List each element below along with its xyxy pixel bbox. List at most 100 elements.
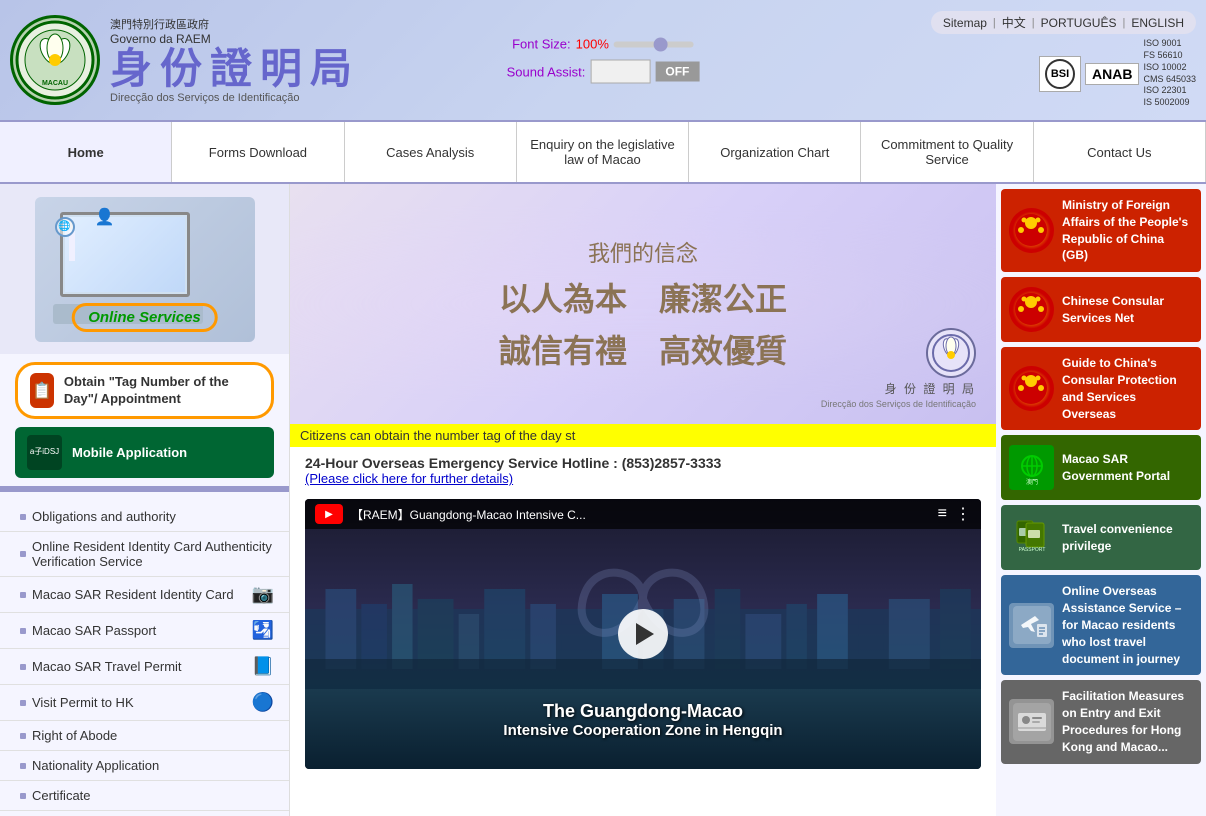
right-link-travel[interactable]: PASSPORT Travel convenience privilege — [1001, 505, 1201, 570]
sidebar-item-certificate-label: Certificate — [32, 788, 91, 803]
nav-cases-analysis[interactable]: Cases Analysis — [345, 122, 517, 182]
right-link-consular-label: Chinese Consular Services Net — [1062, 293, 1193, 327]
sidebar-item-certificate[interactable]: Certificate — [0, 781, 289, 811]
sidebar-item-obligations[interactable]: Obligations and authority — [0, 502, 289, 532]
right-link-overseas-assist[interactable]: Online Overseas Assistance Service – for… — [1001, 575, 1201, 675]
banner: 我們的信念 以人為本 廉潔公正 誠信有禮 高效優質 身 份 證 明 局 Dire… — [290, 184, 996, 424]
entry-icon — [1009, 699, 1054, 744]
sidebar-item-travel-permit[interactable]: Macao SAR Travel Permit 📘 — [0, 649, 289, 685]
right-link-overseas-assist-label: Online Overseas Assistance Service – for… — [1062, 583, 1193, 667]
sidebar-item-right-of-abode[interactable]: Right of Abode — [0, 721, 289, 751]
right-link-travel-label: Travel convenience privilege — [1062, 521, 1193, 555]
video-title-big: The Guangdong-Macao — [305, 701, 981, 722]
left-sidebar: 🌐 👤 Online Services 📋 Obtain "Tag Number… — [0, 184, 290, 816]
sidebar-item-travel-permit-label: Macao SAR Travel Permit — [32, 659, 182, 674]
sidebar-item-nationality-label: Nationality Application — [32, 758, 159, 773]
tag-number-label: Obtain "Tag Number of the Day"/ Appointm… — [64, 374, 259, 408]
sidebar-item-passport[interactable]: Macao SAR Passport 🛂 — [0, 613, 289, 649]
mobile-app-button[interactable]: a子iDSJ Mobile Application — [15, 427, 274, 478]
assist-icon — [1009, 603, 1054, 648]
sidebar-menu: Obligations and authority Online Residen… — [0, 497, 289, 816]
sidebar-item-identity-card-label: Macao SAR Resident Identity Card — [32, 587, 234, 602]
chinese-lang-link[interactable]: 中文 — [1002, 14, 1026, 31]
svg-text:澳門: 澳門 — [1025, 478, 1037, 486]
macau-gov-chinese: 澳門特別行政區政府 — [110, 16, 360, 32]
sidebar-item-right-of-abode-label: Right of Abode — [32, 728, 117, 743]
sidebar-item-identity-card[interactable]: Macao SAR Resident Identity Card 📷 — [0, 577, 289, 613]
travel-icon: PASSPORT — [1009, 515, 1054, 560]
english-lang-link[interactable]: ENGLISH — [1131, 16, 1184, 30]
right-link-facilitation[interactable]: Facilitation Measures on Entry and Exit … — [1001, 680, 1201, 763]
video-dots-icon[interactable]: ⋮ — [955, 504, 971, 524]
ticker-text: Citizens can obtain the number tag of th… — [300, 428, 575, 443]
online-services-box: 🌐 👤 Online Services — [0, 184, 289, 354]
nav-home[interactable]: Home — [0, 122, 172, 182]
nav-enquiry[interactable]: Enquiry on the legislative law of Macao — [517, 122, 689, 182]
svg-text:PASSPORT: PASSPORT — [1018, 547, 1045, 553]
video-menu-icon[interactable]: ≡ — [938, 505, 947, 523]
sitemap-link[interactable]: Sitemap — [943, 16, 987, 30]
video-play-button[interactable] — [618, 609, 668, 659]
emergency-bar: 24-Hour Overseas Emergency Service Hotli… — [290, 447, 996, 494]
logo-area: MACAU 澳門特別行政區政府 Governo da RAEM 身份證明局 Di… — [10, 15, 360, 105]
right-link-foreign-affairs-label: Ministry of Foreign Affairs of the Peopl… — [1062, 197, 1193, 264]
nav-contact[interactable]: Contact Us — [1034, 122, 1206, 182]
consular-icon — [1009, 287, 1054, 332]
online-services-badge: Online Services — [71, 303, 218, 332]
bsi-cert: BSI — [1039, 56, 1081, 92]
youtube-icon: ▶ — [315, 504, 343, 524]
main-nav: Home Forms Download Cases Analysis Enqui… — [0, 120, 1206, 184]
right-link-macao-portal[interactable]: 澳門 Macao SAR Government Portal — [1001, 435, 1201, 500]
font-size-slider[interactable] — [614, 41, 694, 47]
video-top-title: 【RAEM】Guangdong-Macao Intensive C... — [351, 506, 930, 523]
right-link-foreign-affairs[interactable]: Ministry of Foreign Affairs of the Peopl… — [1001, 189, 1201, 272]
sidebar-item-obligations-label: Obligations and authority — [32, 509, 176, 524]
main-layout: 🌐 👤 Online Services 📋 Obtain "Tag Number… — [0, 184, 1206, 816]
bsi-icon: BSI — [1045, 59, 1075, 89]
right-link-consular-guide-label: Guide to China's Consular Protection and… — [1062, 355, 1193, 422]
right-link-macao-portal-label: Macao SAR Government Portal — [1062, 451, 1193, 485]
sidebar-divider — [0, 486, 289, 492]
video-title-small: Intensive Cooperation Zone in Hengqin — [305, 722, 981, 739]
nav-org-chart[interactable]: Organization Chart — [689, 122, 861, 182]
sidebar-item-online-verification[interactable]: Online Resident Identity Card Authentici… — [0, 532, 289, 577]
font-size-label: Font Size: — [512, 37, 571, 52]
right-link-consular[interactable]: Chinese Consular Services Net — [1001, 277, 1201, 342]
sidebar-item-visit-permit[interactable]: Visit Permit to HK 🔵 — [0, 685, 289, 721]
video-title-overlay: The Guangdong-Macao Intensive Cooperatio… — [305, 701, 981, 739]
tag-number-button[interactable]: 📋 Obtain "Tag Number of the Day"/ Appoin… — [15, 362, 274, 419]
sidebar-item-online-verification-label: Online Resident Identity Card Authentici… — [32, 539, 274, 569]
banner-dept-sub: Direcção dos Serviços de Identificação — [821, 399, 976, 409]
portuguese-lang-link[interactable]: PORTUGUÊS — [1041, 16, 1117, 30]
play-triangle-icon — [636, 623, 654, 645]
cert-logos: BSI ANAB ISO 9001 FS 56610 ISO 10002 CMS… — [1039, 38, 1196, 108]
nav-forms-download[interactable]: Forms Download — [172, 122, 344, 182]
sidebar-item-visit-permit-label: Visit Permit to HK — [32, 695, 134, 710]
banner-emblem-icon — [926, 328, 976, 378]
foreign-affairs-icon — [1009, 208, 1054, 253]
sidebar-item-nationality[interactable]: Nationality Application — [0, 751, 289, 781]
banner-line2: 以人為本 廉潔公正 — [499, 274, 787, 320]
sound-label: Sound Assist: — [507, 64, 586, 79]
content-area: 我們的信念 以人為本 廉潔公正 誠信有禮 高效優質 身 份 證 明 局 Dire… — [290, 184, 996, 816]
sound-input-box[interactable] — [590, 60, 650, 84]
nav-commitment[interactable]: Commitment to Quality Service — [861, 122, 1033, 182]
sound-off-button[interactable]: OFF — [655, 62, 699, 82]
anab-cert: ANAB — [1085, 63, 1139, 85]
right-link-consular-guide[interactable]: Guide to China's Consular Protection and… — [1001, 347, 1201, 430]
font-size-control[interactable]: Font Size: 100% — [512, 37, 694, 52]
emergency-details-link[interactable]: (Please click here for further details) — [305, 471, 513, 486]
dept-title-big: 身份證明局 — [110, 46, 360, 92]
logo-icon: MACAU — [10, 15, 100, 105]
top-right-area: Sitemap | 中文 | PORTUGUÊS | ENGLISH BSI A… — [931, 11, 1196, 108]
video-top-bar: ▶ 【RAEM】Guangdong-Macao Intensive C... ≡… — [305, 499, 981, 529]
mobile-icon: a子iDSJ — [27, 435, 62, 470]
banner-logo-right: 身 份 證 明 局 Direcção dos Serviços de Ident… — [821, 328, 976, 409]
video-container: ▶ 【RAEM】Guangdong-Macao Intensive C... ≡… — [305, 499, 981, 769]
language-bar: Sitemap | 中文 | PORTUGUÊS | ENGLISH — [931, 11, 1196, 34]
banner-text: 我們的信念 以人為本 廉潔公正 誠信有禮 高效優質 — [499, 236, 787, 372]
banner-line3: 誠信有禮 高效優質 — [499, 326, 787, 372]
sound-control[interactable]: Sound Assist: OFF — [507, 60, 700, 84]
iso-certifications: ISO 9001 FS 56610 ISO 10002 CMS 645033 I… — [1143, 38, 1196, 108]
dept-subtitle: Direcção dos Serviços de Identificação — [110, 92, 360, 104]
